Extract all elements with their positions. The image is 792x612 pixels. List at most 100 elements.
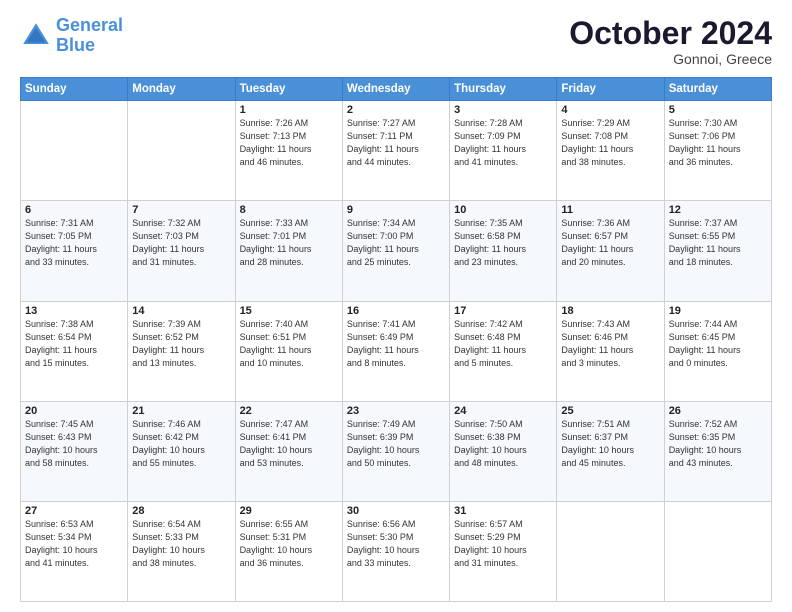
- calendar-cell: 12Sunrise: 7:37 AM Sunset: 6:55 PM Dayli…: [664, 201, 771, 301]
- day-number: 15: [240, 305, 338, 317]
- day-info: Sunrise: 7:28 AM Sunset: 7:09 PM Dayligh…: [454, 117, 552, 169]
- day-number: 8: [240, 204, 338, 216]
- weekday-header-monday: Monday: [128, 78, 235, 101]
- calendar-cell: 6Sunrise: 7:31 AM Sunset: 7:05 PM Daylig…: [21, 201, 128, 301]
- week-row-4: 27Sunrise: 6:53 AM Sunset: 5:34 PM Dayli…: [21, 501, 772, 601]
- weekday-header-thursday: Thursday: [450, 78, 557, 101]
- day-number: 4: [561, 104, 659, 116]
- day-info: Sunrise: 7:35 AM Sunset: 6:58 PM Dayligh…: [454, 217, 552, 269]
- logo-text: General Blue: [56, 16, 123, 56]
- day-info: Sunrise: 7:45 AM Sunset: 6:43 PM Dayligh…: [25, 418, 123, 470]
- logo-general: General: [56, 15, 123, 35]
- calendar-cell: 2Sunrise: 7:27 AM Sunset: 7:11 PM Daylig…: [342, 101, 449, 201]
- day-info: Sunrise: 7:30 AM Sunset: 7:06 PM Dayligh…: [669, 117, 767, 169]
- week-row-1: 6Sunrise: 7:31 AM Sunset: 7:05 PM Daylig…: [21, 201, 772, 301]
- day-info: Sunrise: 7:43 AM Sunset: 6:46 PM Dayligh…: [561, 318, 659, 370]
- day-number: 23: [347, 405, 445, 417]
- day-info: Sunrise: 7:37 AM Sunset: 6:55 PM Dayligh…: [669, 217, 767, 269]
- day-info: Sunrise: 7:34 AM Sunset: 7:00 PM Dayligh…: [347, 217, 445, 269]
- calendar-cell: 13Sunrise: 7:38 AM Sunset: 6:54 PM Dayli…: [21, 301, 128, 401]
- calendar-table: SundayMondayTuesdayWednesdayThursdayFrid…: [20, 77, 772, 602]
- day-number: 30: [347, 505, 445, 517]
- day-info: Sunrise: 7:26 AM Sunset: 7:13 PM Dayligh…: [240, 117, 338, 169]
- day-info: Sunrise: 7:52 AM Sunset: 6:35 PM Dayligh…: [669, 418, 767, 470]
- calendar-cell: 27Sunrise: 6:53 AM Sunset: 5:34 PM Dayli…: [21, 501, 128, 601]
- day-info: Sunrise: 6:57 AM Sunset: 5:29 PM Dayligh…: [454, 518, 552, 570]
- calendar-cell: 30Sunrise: 6:56 AM Sunset: 5:30 PM Dayli…: [342, 501, 449, 601]
- calendar-cell: 11Sunrise: 7:36 AM Sunset: 6:57 PM Dayli…: [557, 201, 664, 301]
- day-number: 1: [240, 104, 338, 116]
- header: General Blue October 2024 Gonnoi, Greece: [20, 16, 772, 67]
- calendar-cell: 24Sunrise: 7:50 AM Sunset: 6:38 PM Dayli…: [450, 401, 557, 501]
- calendar-cell: 15Sunrise: 7:40 AM Sunset: 6:51 PM Dayli…: [235, 301, 342, 401]
- day-number: 17: [454, 305, 552, 317]
- day-number: 26: [669, 405, 767, 417]
- day-info: Sunrise: 7:36 AM Sunset: 6:57 PM Dayligh…: [561, 217, 659, 269]
- page: General Blue October 2024 Gonnoi, Greece…: [0, 0, 792, 612]
- calendar-cell: 26Sunrise: 7:52 AM Sunset: 6:35 PM Dayli…: [664, 401, 771, 501]
- day-number: 18: [561, 305, 659, 317]
- day-number: 19: [669, 305, 767, 317]
- calendar-cell: 1Sunrise: 7:26 AM Sunset: 7:13 PM Daylig…: [235, 101, 342, 201]
- day-number: 14: [132, 305, 230, 317]
- calendar-cell: 23Sunrise: 7:49 AM Sunset: 6:39 PM Dayli…: [342, 401, 449, 501]
- day-number: 28: [132, 505, 230, 517]
- day-info: Sunrise: 7:31 AM Sunset: 7:05 PM Dayligh…: [25, 217, 123, 269]
- day-info: Sunrise: 7:42 AM Sunset: 6:48 PM Dayligh…: [454, 318, 552, 370]
- calendar-cell: 28Sunrise: 6:54 AM Sunset: 5:33 PM Dayli…: [128, 501, 235, 601]
- calendar-cell: 4Sunrise: 7:29 AM Sunset: 7:08 PM Daylig…: [557, 101, 664, 201]
- day-info: Sunrise: 7:39 AM Sunset: 6:52 PM Dayligh…: [132, 318, 230, 370]
- day-number: 16: [347, 305, 445, 317]
- day-number: 24: [454, 405, 552, 417]
- day-info: Sunrise: 7:47 AM Sunset: 6:41 PM Dayligh…: [240, 418, 338, 470]
- day-number: 22: [240, 405, 338, 417]
- calendar-cell: 8Sunrise: 7:33 AM Sunset: 7:01 PM Daylig…: [235, 201, 342, 301]
- title-block: October 2024 Gonnoi, Greece: [569, 16, 772, 67]
- day-info: Sunrise: 6:54 AM Sunset: 5:33 PM Dayligh…: [132, 518, 230, 570]
- calendar-cell: 29Sunrise: 6:55 AM Sunset: 5:31 PM Dayli…: [235, 501, 342, 601]
- weekday-header-wednesday: Wednesday: [342, 78, 449, 101]
- day-number: 11: [561, 204, 659, 216]
- day-number: 3: [454, 104, 552, 116]
- day-info: Sunrise: 7:33 AM Sunset: 7:01 PM Dayligh…: [240, 217, 338, 269]
- day-info: Sunrise: 6:55 AM Sunset: 5:31 PM Dayligh…: [240, 518, 338, 570]
- weekday-header-sunday: Sunday: [21, 78, 128, 101]
- day-info: Sunrise: 7:27 AM Sunset: 7:11 PM Dayligh…: [347, 117, 445, 169]
- day-number: 12: [669, 204, 767, 216]
- day-info: Sunrise: 7:50 AM Sunset: 6:38 PM Dayligh…: [454, 418, 552, 470]
- calendar-cell: 20Sunrise: 7:45 AM Sunset: 6:43 PM Dayli…: [21, 401, 128, 501]
- calendar-cell: 31Sunrise: 6:57 AM Sunset: 5:29 PM Dayli…: [450, 501, 557, 601]
- month-title: October 2024: [569, 16, 772, 51]
- week-row-2: 13Sunrise: 7:38 AM Sunset: 6:54 PM Dayli…: [21, 301, 772, 401]
- day-info: Sunrise: 7:49 AM Sunset: 6:39 PM Dayligh…: [347, 418, 445, 470]
- day-info: Sunrise: 7:38 AM Sunset: 6:54 PM Dayligh…: [25, 318, 123, 370]
- calendar-cell: 7Sunrise: 7:32 AM Sunset: 7:03 PM Daylig…: [128, 201, 235, 301]
- week-row-0: 1Sunrise: 7:26 AM Sunset: 7:13 PM Daylig…: [21, 101, 772, 201]
- day-info: Sunrise: 7:46 AM Sunset: 6:42 PM Dayligh…: [132, 418, 230, 470]
- day-number: 10: [454, 204, 552, 216]
- weekday-header-tuesday: Tuesday: [235, 78, 342, 101]
- calendar-cell: 9Sunrise: 7:34 AM Sunset: 7:00 PM Daylig…: [342, 201, 449, 301]
- day-number: 13: [25, 305, 123, 317]
- day-number: 2: [347, 104, 445, 116]
- day-info: Sunrise: 6:53 AM Sunset: 5:34 PM Dayligh…: [25, 518, 123, 570]
- weekday-header-friday: Friday: [557, 78, 664, 101]
- calendar-cell: [128, 101, 235, 201]
- calendar-cell: [664, 501, 771, 601]
- calendar-cell: [21, 101, 128, 201]
- calendar-cell: 14Sunrise: 7:39 AM Sunset: 6:52 PM Dayli…: [128, 301, 235, 401]
- calendar-cell: 22Sunrise: 7:47 AM Sunset: 6:41 PM Dayli…: [235, 401, 342, 501]
- calendar-cell: 3Sunrise: 7:28 AM Sunset: 7:09 PM Daylig…: [450, 101, 557, 201]
- logo: General Blue: [20, 16, 123, 56]
- day-info: Sunrise: 7:29 AM Sunset: 7:08 PM Dayligh…: [561, 117, 659, 169]
- day-number: 5: [669, 104, 767, 116]
- day-info: Sunrise: 7:32 AM Sunset: 7:03 PM Dayligh…: [132, 217, 230, 269]
- day-number: 9: [347, 204, 445, 216]
- calendar-cell: [557, 501, 664, 601]
- day-number: 21: [132, 405, 230, 417]
- day-number: 7: [132, 204, 230, 216]
- logo-icon: [20, 20, 52, 52]
- weekday-header-saturday: Saturday: [664, 78, 771, 101]
- weekday-header-row: SundayMondayTuesdayWednesdayThursdayFrid…: [21, 78, 772, 101]
- day-number: 6: [25, 204, 123, 216]
